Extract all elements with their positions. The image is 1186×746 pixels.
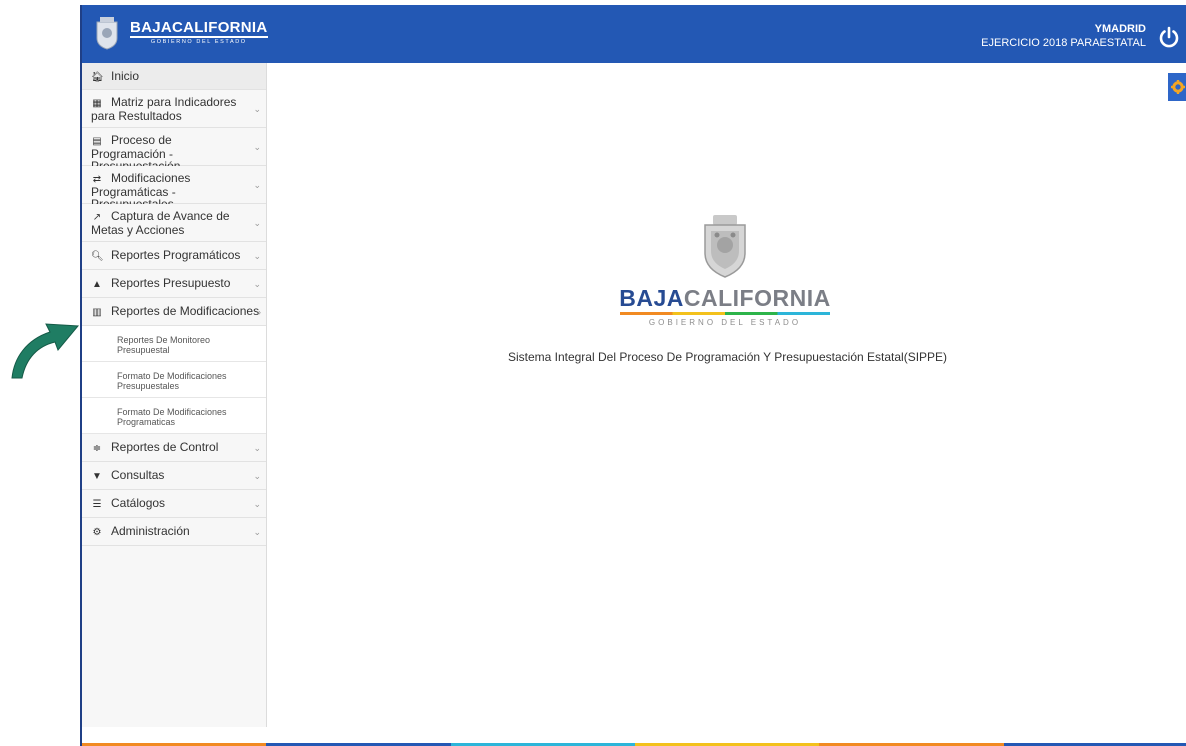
center-brand: BAJACALIFORNIA <box>605 285 845 312</box>
area-chart-icon: ▲ <box>92 279 102 290</box>
database-icon: ☰ <box>92 499 102 510</box>
sidebar-item-consultas[interactable]: ▼ Consultas ⌄ <box>82 462 266 490</box>
header-brand-sub: GOBIERNO DEL ESTADO <box>150 39 247 46</box>
sidebar-item-label: Reportes de Control <box>111 440 219 454</box>
sidebar-item-label: Captura de Avance de Metas y Acciones <box>91 209 230 237</box>
top-header: BAJACALIFORNIA GOBIERNO DEL ESTADO YMADR… <box>82 5 1186 63</box>
submenu-item-formato-presupuestales[interactable]: Formato De Modificaciones Presupuestales <box>82 362 266 398</box>
submenu-item-monitoreo-presupuestal[interactable]: Reportes De Monitoreo Presupuestal <box>82 326 266 362</box>
sliders-icon: ≑ <box>92 443 102 454</box>
chevron-right-icon: › <box>258 306 261 317</box>
header-logo[interactable]: BAJACALIFORNIA GOBIERNO DEL ESTADO <box>94 11 268 55</box>
search-icon: 🔍︎ <box>91 251 104 262</box>
sidebar-item-label: Matriz para Indicadores para Restultados <box>91 95 237 123</box>
sidebar-item-programacion[interactable]: ▤Proceso de Programación - Presupuestaci… <box>82 128 266 172</box>
sidebar-item-captura-avance[interactable]: ↗ Captura de Avance de Metas y Acciones ⌄ <box>82 204 266 242</box>
sidebar-item-reportes-modificaciones[interactable]: ▥ Reportes de Modificaciones › <box>82 298 266 326</box>
header-brand-main: BAJACALIFORNIA <box>130 19 268 39</box>
center-brand-sub: GOBIERNO DEL ESTADO <box>648 318 802 327</box>
fiscal-exercise: EJERCICIO 2018 PARAESTATAL <box>981 37 1146 49</box>
brand-color-stripe <box>620 312 830 315</box>
chevron-down-icon: ⌄ <box>253 278 261 289</box>
sidebar-item-administracion[interactable]: ⚙ Administración ⌄ <box>82 518 266 546</box>
filter-icon: ▼ <box>92 471 102 482</box>
sidebar-item-modificaciones[interactable]: ⇄Modificaciones Programáticas - Presupue… <box>82 166 266 210</box>
chevron-down-icon: ⌄ <box>253 103 261 114</box>
sidebar-item-reportes-presupuesto[interactable]: ▲ Reportes Presupuesto ⌄ <box>82 270 266 298</box>
chevron-down-icon: ⌄ <box>253 526 261 537</box>
submenu-reportes-modificaciones: Reportes De Monitoreo Presupuestal Forma… <box>82 326 266 434</box>
header-brand: BAJACALIFORNIA GOBIERNO DEL ESTADO <box>130 20 268 46</box>
gear-icon <box>1171 80 1185 94</box>
sidebar-nav: 🏠︎ Inicio ▦ Matriz para Indicadores para R… <box>82 63 267 727</box>
main-content: BAJACALIFORNIA GOBIERNO DEL ESTADO Siste… <box>267 63 1186 746</box>
state-shield-icon <box>96 17 118 50</box>
sidebar-item-catalogos[interactable]: ☰ Catálogos ⌄ <box>82 490 266 518</box>
sidebar-item-matriz-indicadores[interactable]: ▦ Matriz para Indicadores para Restultado… <box>82 90 266 128</box>
app-window: BAJACALIFORNIA GOBIERNO DEL ESTADO YMADR… <box>80 5 1186 746</box>
sidebar-item-label: Catálogos <box>111 496 166 510</box>
chevron-down-icon: ⌄ <box>253 141 261 152</box>
brand-part-baja: BAJA <box>619 285 684 311</box>
sidebar-item-label: Consultas <box>111 468 165 482</box>
sidebar-item-label: Inicio <box>111 69 140 83</box>
sidebar-item-reportes-control[interactable]: ≑ Reportes de Control ⌄ <box>82 434 266 462</box>
user-name: YMADRID <box>1094 23 1146 35</box>
submenu-item-formato-programaticas[interactable]: Formato De Modificaciones Programaticas <box>82 398 266 434</box>
cogs-icon: ⚙ <box>92 527 102 538</box>
sidebar-item-inicio[interactable]: 🏠︎ Inicio <box>82 63 266 90</box>
state-shield-icon <box>704 215 746 278</box>
chevron-down-icon: ⌄ <box>253 179 261 190</box>
user-info: YMADRID EJERCICIO 2018 PARAESTATAL <box>981 22 1146 50</box>
sidebar-item-label: Reportes Programáticos <box>111 248 241 262</box>
chevron-down-icon: ⌄ <box>253 250 261 261</box>
home-icon: 🏠︎ <box>91 72 104 83</box>
sidebar-item-label: Reportes de Modificaciones <box>111 304 260 318</box>
sidebar-item-label: Reportes Presupuesto <box>111 276 231 290</box>
settings-button[interactable] <box>1168 73 1186 101</box>
pointer-arrow-icon <box>11 323 80 379</box>
power-icon[interactable] <box>1158 26 1180 48</box>
sidebar-item-reportes-programaticos[interactable]: 🔍︎ Reportes Programáticos ⌄ <box>82 242 266 270</box>
chevron-down-icon: ⌄ <box>253 217 261 228</box>
center-logo: BAJACALIFORNIA GOBIERNO DEL ESTADO <box>605 213 845 327</box>
bar-chart-icon: ▥ <box>92 307 102 318</box>
chevron-down-icon: ⌄ <box>253 498 261 509</box>
chevron-down-icon: ⌄ <box>253 442 261 453</box>
sidebar-item-label: Administración <box>111 524 190 538</box>
system-title: Sistema Integral Del Proceso De Programa… <box>507 350 948 364</box>
brand-part-california: CALIFORNIA <box>683 285 831 311</box>
chevron-down-icon: ⌄ <box>253 470 261 481</box>
